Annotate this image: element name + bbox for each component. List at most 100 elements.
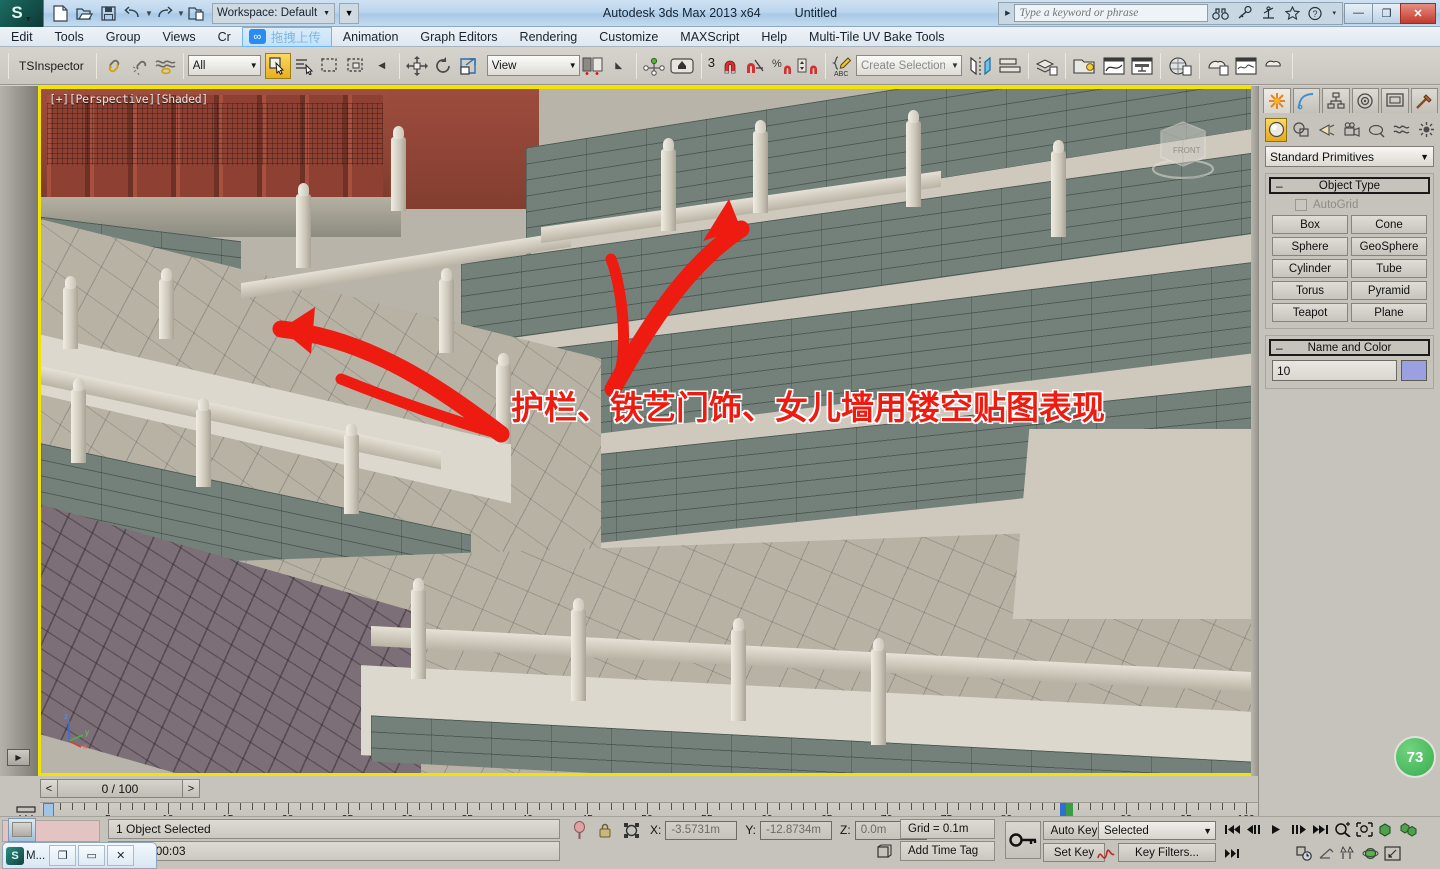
snaps-toggle-icon[interactable] [667, 53, 697, 79]
menu-item-edit[interactable]: Edit [0, 27, 44, 47]
favorite-star-icon[interactable] [1280, 3, 1304, 23]
menu-item-multi-tile-uv-bake-tools[interactable]: Multi-Tile UV Bake Tools [798, 27, 955, 47]
workspace-caret-icon[interactable]: ▼ [323, 10, 330, 17]
minimized-window[interactable]: S M... ❐ ▭ ✕ [2, 842, 157, 869]
material-editor-icon[interactable] [1165, 53, 1195, 79]
create-torus-button[interactable]: Torus [1272, 281, 1348, 300]
menu-item-maxscript[interactable]: MAXScript [669, 27, 750, 47]
angle-snap-icon[interactable] [743, 53, 769, 79]
next-frame-button[interactable]: > [182, 779, 200, 798]
collapse-icon[interactable]: – [1276, 180, 1283, 192]
create-tube-button[interactable]: Tube [1351, 259, 1427, 278]
select-object-icon[interactable] [264, 52, 291, 79]
object-type-header[interactable]: – Object Type [1269, 177, 1430, 194]
go-to-start-icon[interactable] [1222, 819, 1243, 839]
zoom-region-icon[interactable] [1354, 819, 1375, 839]
window-crossing-icon[interactable] [343, 53, 369, 79]
menu-item-help[interactable]: Help [750, 27, 798, 47]
reference-coordinate-combo[interactable]: View ▼ [486, 55, 580, 76]
minimize-window-button[interactable]: ▭ [78, 845, 106, 866]
key-mode-toggle[interactable] [1005, 821, 1041, 859]
select-and-rotate-icon[interactable] [430, 53, 456, 79]
create-cylinder-button[interactable]: Cylinder [1272, 259, 1348, 278]
perspective-viewport[interactable]: [+][Perspective][Shaded] FRONT z y x 护栏、… [38, 86, 1258, 776]
selection-filter-combo[interactable]: All ▼ [187, 55, 261, 76]
named-selection-sets-icon[interactable]: ABC [830, 53, 856, 79]
project-folder-icon[interactable] [185, 3, 208, 24]
close-button[interactable]: ✕ [1400, 2, 1436, 24]
rectangular-region-icon[interactable] [317, 53, 343, 79]
menu-item-rendering[interactable]: Rendering [509, 27, 589, 47]
cameras-icon[interactable] [1340, 118, 1362, 142]
open-file-icon[interactable] [73, 3, 96, 24]
minimize-button[interactable]: — [1344, 2, 1373, 24]
viewport-thumbnail-widget[interactable] [8, 818, 36, 842]
set-key-mode-icon[interactable] [1222, 843, 1243, 863]
key-icon[interactable] [1232, 3, 1256, 23]
app-logo-button[interactable]: S ▼ [0, 0, 44, 27]
spinner-snap-icon[interactable] [795, 53, 821, 79]
light-tool-icon[interactable] [1338, 843, 1359, 863]
restore-window-button[interactable]: ❐ [49, 845, 77, 866]
next-frame-icon[interactable] [1288, 819, 1309, 839]
key-filter-mode-combo[interactable]: Selected ▼ [1098, 821, 1216, 840]
object-color-swatch[interactable] [1401, 360, 1427, 381]
previous-frame-button[interactable]: < [40, 779, 58, 798]
chevron-down-icon[interactable]: ▼ [1420, 152, 1429, 162]
chevron-down-icon[interactable]: ▼ [244, 61, 258, 70]
manipulate-icon[interactable] [641, 53, 667, 79]
set-key-curve-icon[interactable] [1096, 843, 1116, 862]
create-geosphere-button[interactable]: GeoSphere [1351, 237, 1427, 256]
tab-utilities[interactable] [1410, 88, 1438, 113]
viewport-canvas[interactable]: [+][Perspective][Shaded] FRONT z y x 护栏、… [41, 89, 1255, 773]
tab-create[interactable] [1263, 88, 1291, 113]
curve-editor-icon[interactable] [1100, 53, 1128, 79]
chevron-down-icon[interactable]: ▼ [1203, 826, 1212, 836]
progress-badge[interactable]: 73 [1394, 736, 1436, 778]
undo-icon[interactable] [121, 3, 144, 24]
collapse-icon[interactable]: – [1276, 342, 1283, 354]
create-plane-button[interactable]: Plane [1351, 303, 1427, 322]
create-pyramid-button[interactable]: Pyramid [1351, 281, 1427, 300]
chevron-down-icon[interactable]: ▼ [563, 61, 577, 70]
menu-item-graph-editors[interactable]: Graph Editors [409, 27, 508, 47]
create-box-button[interactable]: Box [1272, 215, 1348, 234]
geometry-icon[interactable] [1265, 117, 1288, 142]
selection-region-flyout-icon[interactable]: ◀ [369, 53, 395, 79]
expand-left-panel-button[interactable]: ▶ [7, 749, 30, 766]
menu-item-tools[interactable]: Tools [44, 27, 95, 47]
redo-dropdown-caret-icon[interactable]: ▼ [177, 9, 185, 18]
name-and-color-header[interactable]: – Name and Color [1269, 339, 1430, 356]
redo-icon[interactable] [153, 3, 176, 24]
go-to-end-icon[interactable] [1310, 819, 1331, 839]
menu-item-create[interactable]: Cr [207, 27, 242, 47]
menu-item-animation[interactable]: Animation [332, 27, 410, 47]
auto-key-button[interactable]: Auto Key [1043, 821, 1105, 840]
select-link-icon[interactable] [101, 53, 127, 79]
schematic-view-icon[interactable] [1128, 53, 1156, 79]
key-marker[interactable] [1060, 803, 1074, 817]
use-pivot-center-icon[interactable] [580, 53, 606, 79]
maximize-viewport-icon[interactable] [1382, 843, 1403, 863]
tab-motion[interactable] [1351, 88, 1379, 113]
x-coordinate-field[interactable]: -3.5731m [665, 820, 738, 840]
percent-snap-icon[interactable]: % [769, 53, 795, 79]
snap-toggle-icon[interactable] [717, 53, 743, 79]
play-animation-icon[interactable] [1266, 819, 1287, 839]
orbit-icon[interactable] [1360, 843, 1381, 863]
add-time-tag-button[interactable]: Add Time Tag [900, 841, 995, 861]
align-icon[interactable] [996, 53, 1024, 79]
workspace-selector[interactable]: Workspace: Default ▼ [212, 2, 336, 24]
key-filters-button[interactable]: Key Filters... [1118, 843, 1216, 862]
menu-item-views[interactable]: Views [151, 27, 206, 47]
space-warps-icon[interactable] [1390, 118, 1412, 142]
scene-explorer-icon[interactable] [1070, 53, 1100, 79]
close-window-button[interactable]: ✕ [107, 845, 135, 866]
menu-item-customize[interactable]: Customize [588, 27, 669, 47]
zoom-time-icon[interactable] [1332, 819, 1353, 839]
view-cube[interactable]: FRONT [1147, 109, 1219, 183]
render-production-icon[interactable] [1260, 53, 1288, 79]
pan-view-icon[interactable] [1316, 843, 1337, 863]
infocenter-expand-icon[interactable]: ▶ [1001, 9, 1014, 17]
helpers-icon[interactable] [1365, 118, 1387, 142]
